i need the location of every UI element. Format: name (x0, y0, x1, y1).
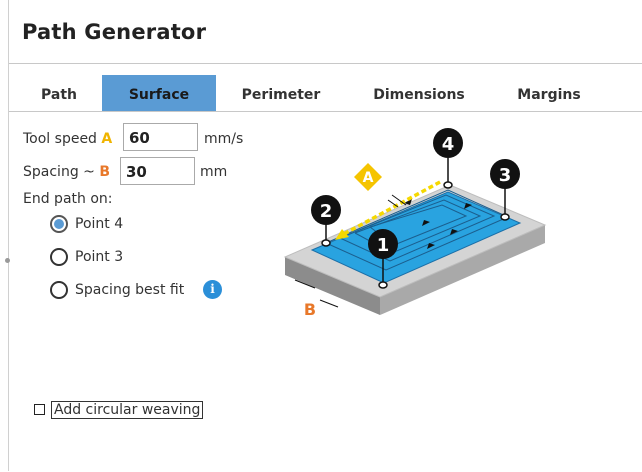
point-1-dot (378, 281, 388, 289)
letter-a-marker: A (101, 131, 113, 147)
radio-point-3[interactable] (50, 248, 68, 266)
diagram-letter-b: B (304, 300, 316, 319)
circular-weaving-label[interactable]: Add circular weaving (51, 401, 204, 419)
radio-spacing-best-fit[interactable] (50, 281, 68, 299)
drag-handle[interactable] (5, 258, 10, 263)
tab-path[interactable]: Path (19, 75, 99, 111)
radio-point-4-label[interactable]: Point 4 (75, 216, 123, 232)
point-2-dot (321, 239, 331, 247)
tab-margins[interactable]: Margins (499, 75, 599, 111)
info-icon[interactable]: i (203, 280, 222, 299)
end-path-label: End path on: (23, 191, 113, 207)
page-title: Path Generator (22, 20, 207, 44)
radio-point-3-label[interactable]: Point 3 (75, 249, 123, 265)
circular-weaving-checkbox[interactable] (34, 404, 45, 415)
tab-bar: Path Surface Perimeter Dimensions Margin… (9, 75, 642, 112)
tab-perimeter[interactable]: Perimeter (221, 75, 341, 111)
surface-path-diagram: A B 4 3 2 1 (283, 128, 547, 319)
spacing-label: Spacing ~ B (23, 164, 111, 180)
point-3-label: 3 (499, 165, 512, 186)
radio-spacing-best-fit-label[interactable]: Spacing best fit (75, 282, 184, 298)
tool-speed-label: Tool speed A (23, 131, 113, 147)
point-4-dot (443, 181, 453, 189)
point-4-label: 4 (442, 134, 455, 155)
tab-dimensions[interactable]: Dimensions (354, 75, 484, 111)
b-indicator (319, 299, 339, 308)
tab-divider (9, 111, 642, 112)
radio-point-4[interactable] (50, 215, 68, 233)
spacing-unit: mm (200, 164, 228, 180)
diagram-letter-a: A (363, 170, 374, 186)
point-1-label: 1 (377, 235, 390, 256)
point-2-label: 2 (320, 201, 333, 222)
letter-b-marker: B (99, 164, 111, 180)
tab-surface[interactable]: Surface (102, 75, 216, 111)
spacing-input[interactable]: 30 (120, 157, 195, 185)
point-3-dot (500, 213, 510, 221)
tool-speed-unit: mm/s (204, 131, 244, 147)
tool-speed-input[interactable]: 60 (123, 123, 198, 151)
divider (9, 63, 642, 64)
